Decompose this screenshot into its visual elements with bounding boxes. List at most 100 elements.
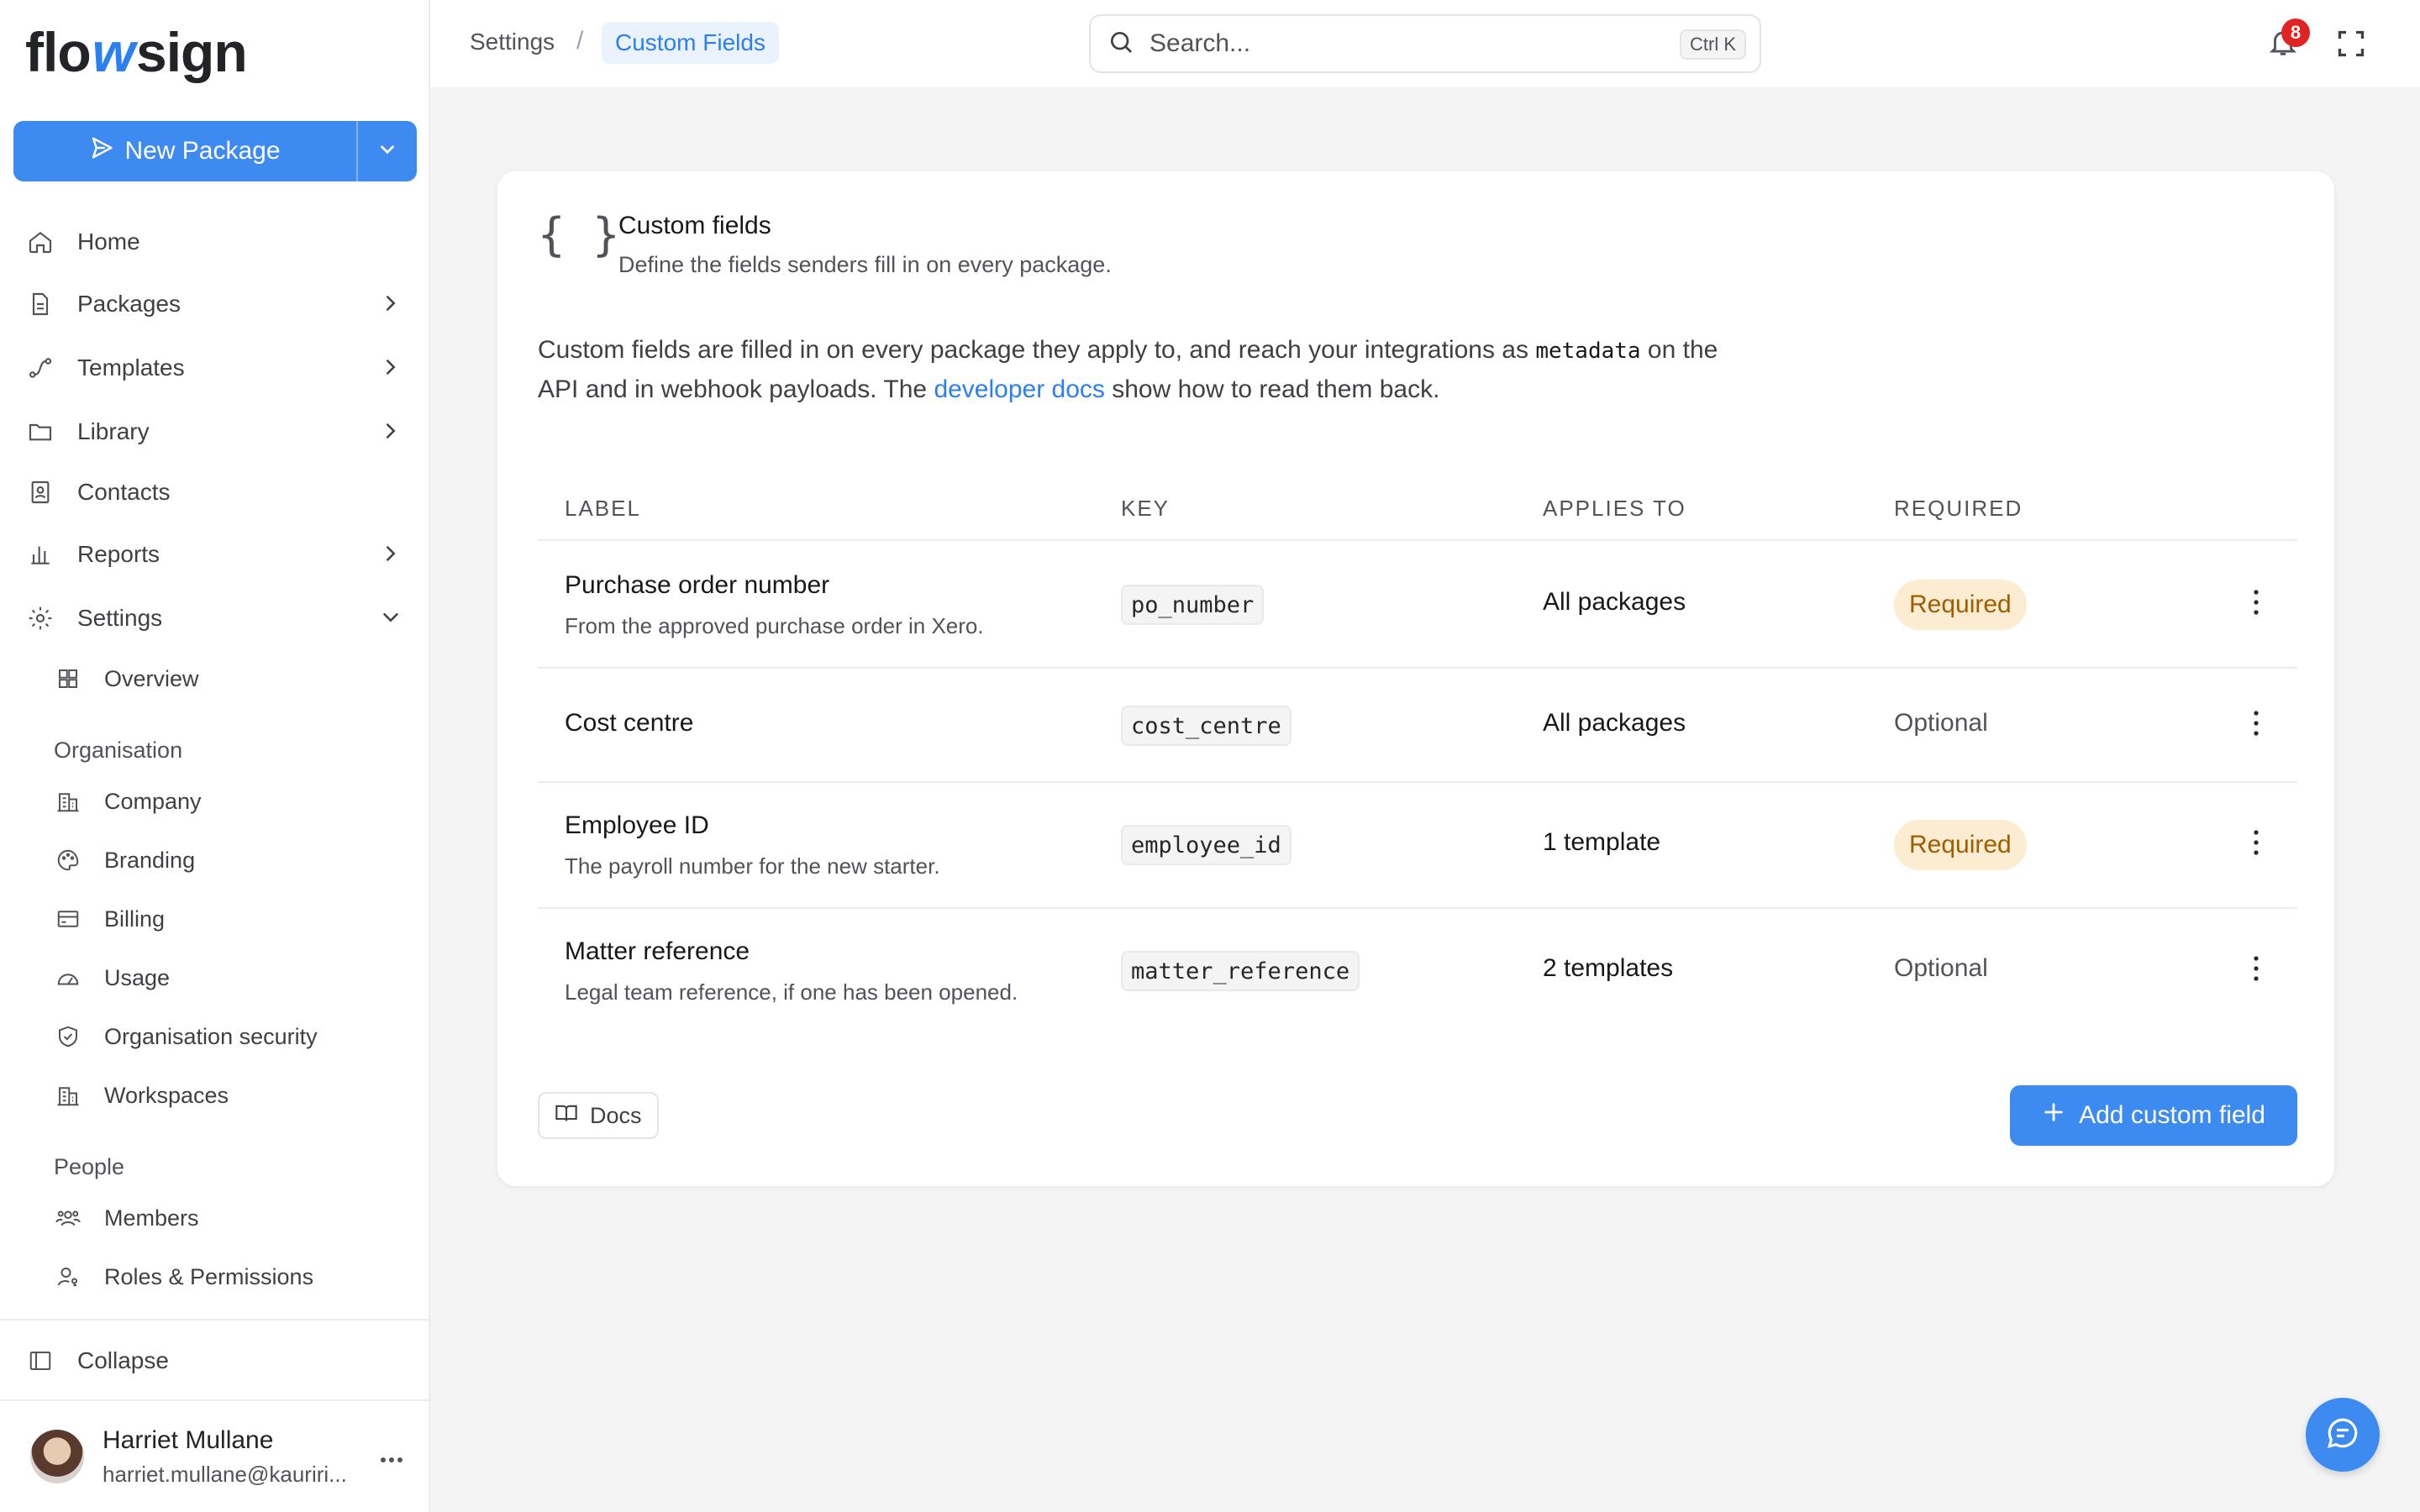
section-organisation: Organisation <box>54 738 183 763</box>
settings-branding[interactable]: Branding <box>54 837 407 884</box>
user-profile[interactable]: Harriet Mullane harriet.mullane@kauriri.… <box>0 1401 430 1512</box>
field-key: employee_id <box>1121 825 1292 865</box>
nav-reports[interactable]: Reports <box>25 529 403 580</box>
document-icon <box>25 289 55 319</box>
add-custom-field-label: Add custom field <box>2079 1101 2265 1129</box>
column-header: LABEL <box>565 496 641 521</box>
credit-card-icon <box>54 905 82 933</box>
field-applies-to: 1 template <box>1543 828 1661 856</box>
required-badge: Required <box>1894 820 2027 870</box>
search-input[interactable] <box>1150 29 1620 58</box>
column-header: KEY <box>1121 496 1171 521</box>
chevron-right-icon <box>378 354 403 386</box>
collapse-button[interactable]: Collapse <box>25 1336 403 1386</box>
breadcrumb-settings[interactable]: Settings <box>470 29 555 55</box>
required-badge: Required <box>1894 580 2027 630</box>
card-title: Custom fields <box>618 212 771 239</box>
new-package-menu-button[interactable] <box>358 121 417 181</box>
field-label: Cost centre <box>565 709 694 737</box>
new-package-split-button: New Package <box>13 121 417 181</box>
field-description: From the approved purchase order in Xero… <box>565 613 984 638</box>
settings-usage[interactable]: Usage <box>54 954 407 1001</box>
settings-company[interactable]: Company <box>54 778 407 825</box>
section-people: People <box>54 1154 125 1179</box>
settings-billing[interactable]: Billing <box>54 895 407 942</box>
user-info: Harriet Mullane harriet.mullane@kauriri.… <box>103 1426 347 1488</box>
chat-support-button[interactable] <box>2306 1398 2380 1472</box>
table-row[interactable]: Purchase order number From the approved … <box>538 541 2297 669</box>
column-header: REQUIRED <box>1894 496 2023 521</box>
nav-label: Settings <box>77 605 163 631</box>
more-horizontal-icon[interactable] <box>380 1453 403 1468</box>
fullscreen-icon[interactable] <box>2336 29 2366 63</box>
settings-members[interactable]: Members <box>54 1194 407 1242</box>
top-bar: Settings / Custom Fields Ctrl K 8 <box>430 0 2420 87</box>
palette-icon <box>54 846 82 874</box>
contact-book-icon <box>25 477 55 507</box>
settings-organisation-security[interactable]: Organisation security <box>54 1013 407 1060</box>
settings-roles-permissions[interactable]: Roles & Permissions <box>54 1253 407 1300</box>
intro-part: Custom fields are filled in on every pac… <box>538 336 1536 364</box>
new-package-button[interactable]: New Package <box>13 121 356 181</box>
more-vertical-icon[interactable] <box>2252 709 2260 742</box>
nav-home[interactable]: Home <box>25 217 403 267</box>
field-description: Legal team reference, if one has been op… <box>565 979 1018 1005</box>
breadcrumb-separator: / <box>576 27 584 55</box>
sub-item-label: Organisation security <box>104 1023 318 1049</box>
table-row[interactable]: Employee ID The payroll number for the n… <box>538 783 2297 909</box>
plus-icon <box>2042 1100 2065 1131</box>
custom-fields-card: { } Custom fields Define the fields send… <box>497 171 2334 1186</box>
book-open-icon <box>555 1101 578 1131</box>
gear-icon <box>25 603 55 633</box>
card-subtitle: Define the fields senders fill in on eve… <box>618 252 1112 277</box>
user-key-icon <box>54 1263 82 1291</box>
settings-overview[interactable]: Overview <box>54 655 407 702</box>
nav-packages[interactable]: Packages <box>25 279 403 329</box>
field-applies-to: All packages <box>1543 709 1686 737</box>
sub-item-label: Branding <box>104 847 196 873</box>
nav-library[interactable]: Library <box>25 407 403 457</box>
nav-label: Library <box>77 418 150 444</box>
sub-item-label: Billing <box>104 906 166 932</box>
nav-label: Contacts <box>77 479 171 505</box>
nav-templates[interactable]: Templates <box>25 343 403 393</box>
flowsign-logo[interactable]: flo w sign <box>25 18 248 86</box>
chevron-down-icon <box>378 605 403 636</box>
building-icon <box>54 1081 82 1110</box>
table-row[interactable]: Cost centre cost_centre All packages Opt… <box>538 669 2297 783</box>
sub-item-label: Workspaces <box>104 1082 229 1108</box>
sub-item-label: Members <box>104 1205 199 1231</box>
shield-check-icon <box>54 1022 82 1051</box>
sidebar-divider <box>0 1319 430 1320</box>
nav-label: Home <box>77 228 140 255</box>
search-box: Ctrl K <box>1089 14 1761 73</box>
folder-icon <box>25 417 55 447</box>
keyboard-shortcut-hint: Ctrl K <box>1680 29 1746 60</box>
docs-button[interactable]: Docs <box>538 1092 659 1139</box>
sub-item-label: Usage <box>104 964 171 990</box>
new-package-label: New Package <box>124 137 281 165</box>
notification-badge: 8 <box>2281 18 2310 47</box>
settings-workspaces[interactable]: Workspaces <box>54 1072 407 1119</box>
nav-settings[interactable]: Settings <box>25 593 403 643</box>
more-vertical-icon[interactable] <box>2252 588 2260 621</box>
developer-docs-link[interactable]: developer docs <box>934 375 1104 403</box>
custom-fields-table: LABEL KEY APPLIES TO REQUIRED Purchase o… <box>538 479 2297 1033</box>
avatar <box>30 1430 84 1483</box>
sub-item-label: Company <box>104 788 202 814</box>
field-key: matter_reference <box>1121 951 1360 991</box>
logo-text-left: flo <box>25 21 92 83</box>
logo-text-right: sign <box>135 21 248 83</box>
field-label: Purchase order number <box>565 571 830 599</box>
more-vertical-icon[interactable] <box>2252 828 2260 861</box>
search-icon <box>1107 29 1134 60</box>
optional-label: Optional <box>1894 709 1988 737</box>
breadcrumb-current: Custom Fields <box>602 22 779 64</box>
braces-icon: { } <box>538 208 620 261</box>
sub-item-label: Roles & Permissions <box>104 1263 314 1289</box>
field-label: Employee ID <box>565 811 709 839</box>
more-vertical-icon[interactable] <box>2252 954 2260 987</box>
nav-contacts[interactable]: Contacts <box>25 467 403 517</box>
add-custom-field-button[interactable]: Add custom field <box>2010 1085 2297 1146</box>
table-row[interactable]: Matter reference Legal team reference, i… <box>538 909 2297 1033</box>
